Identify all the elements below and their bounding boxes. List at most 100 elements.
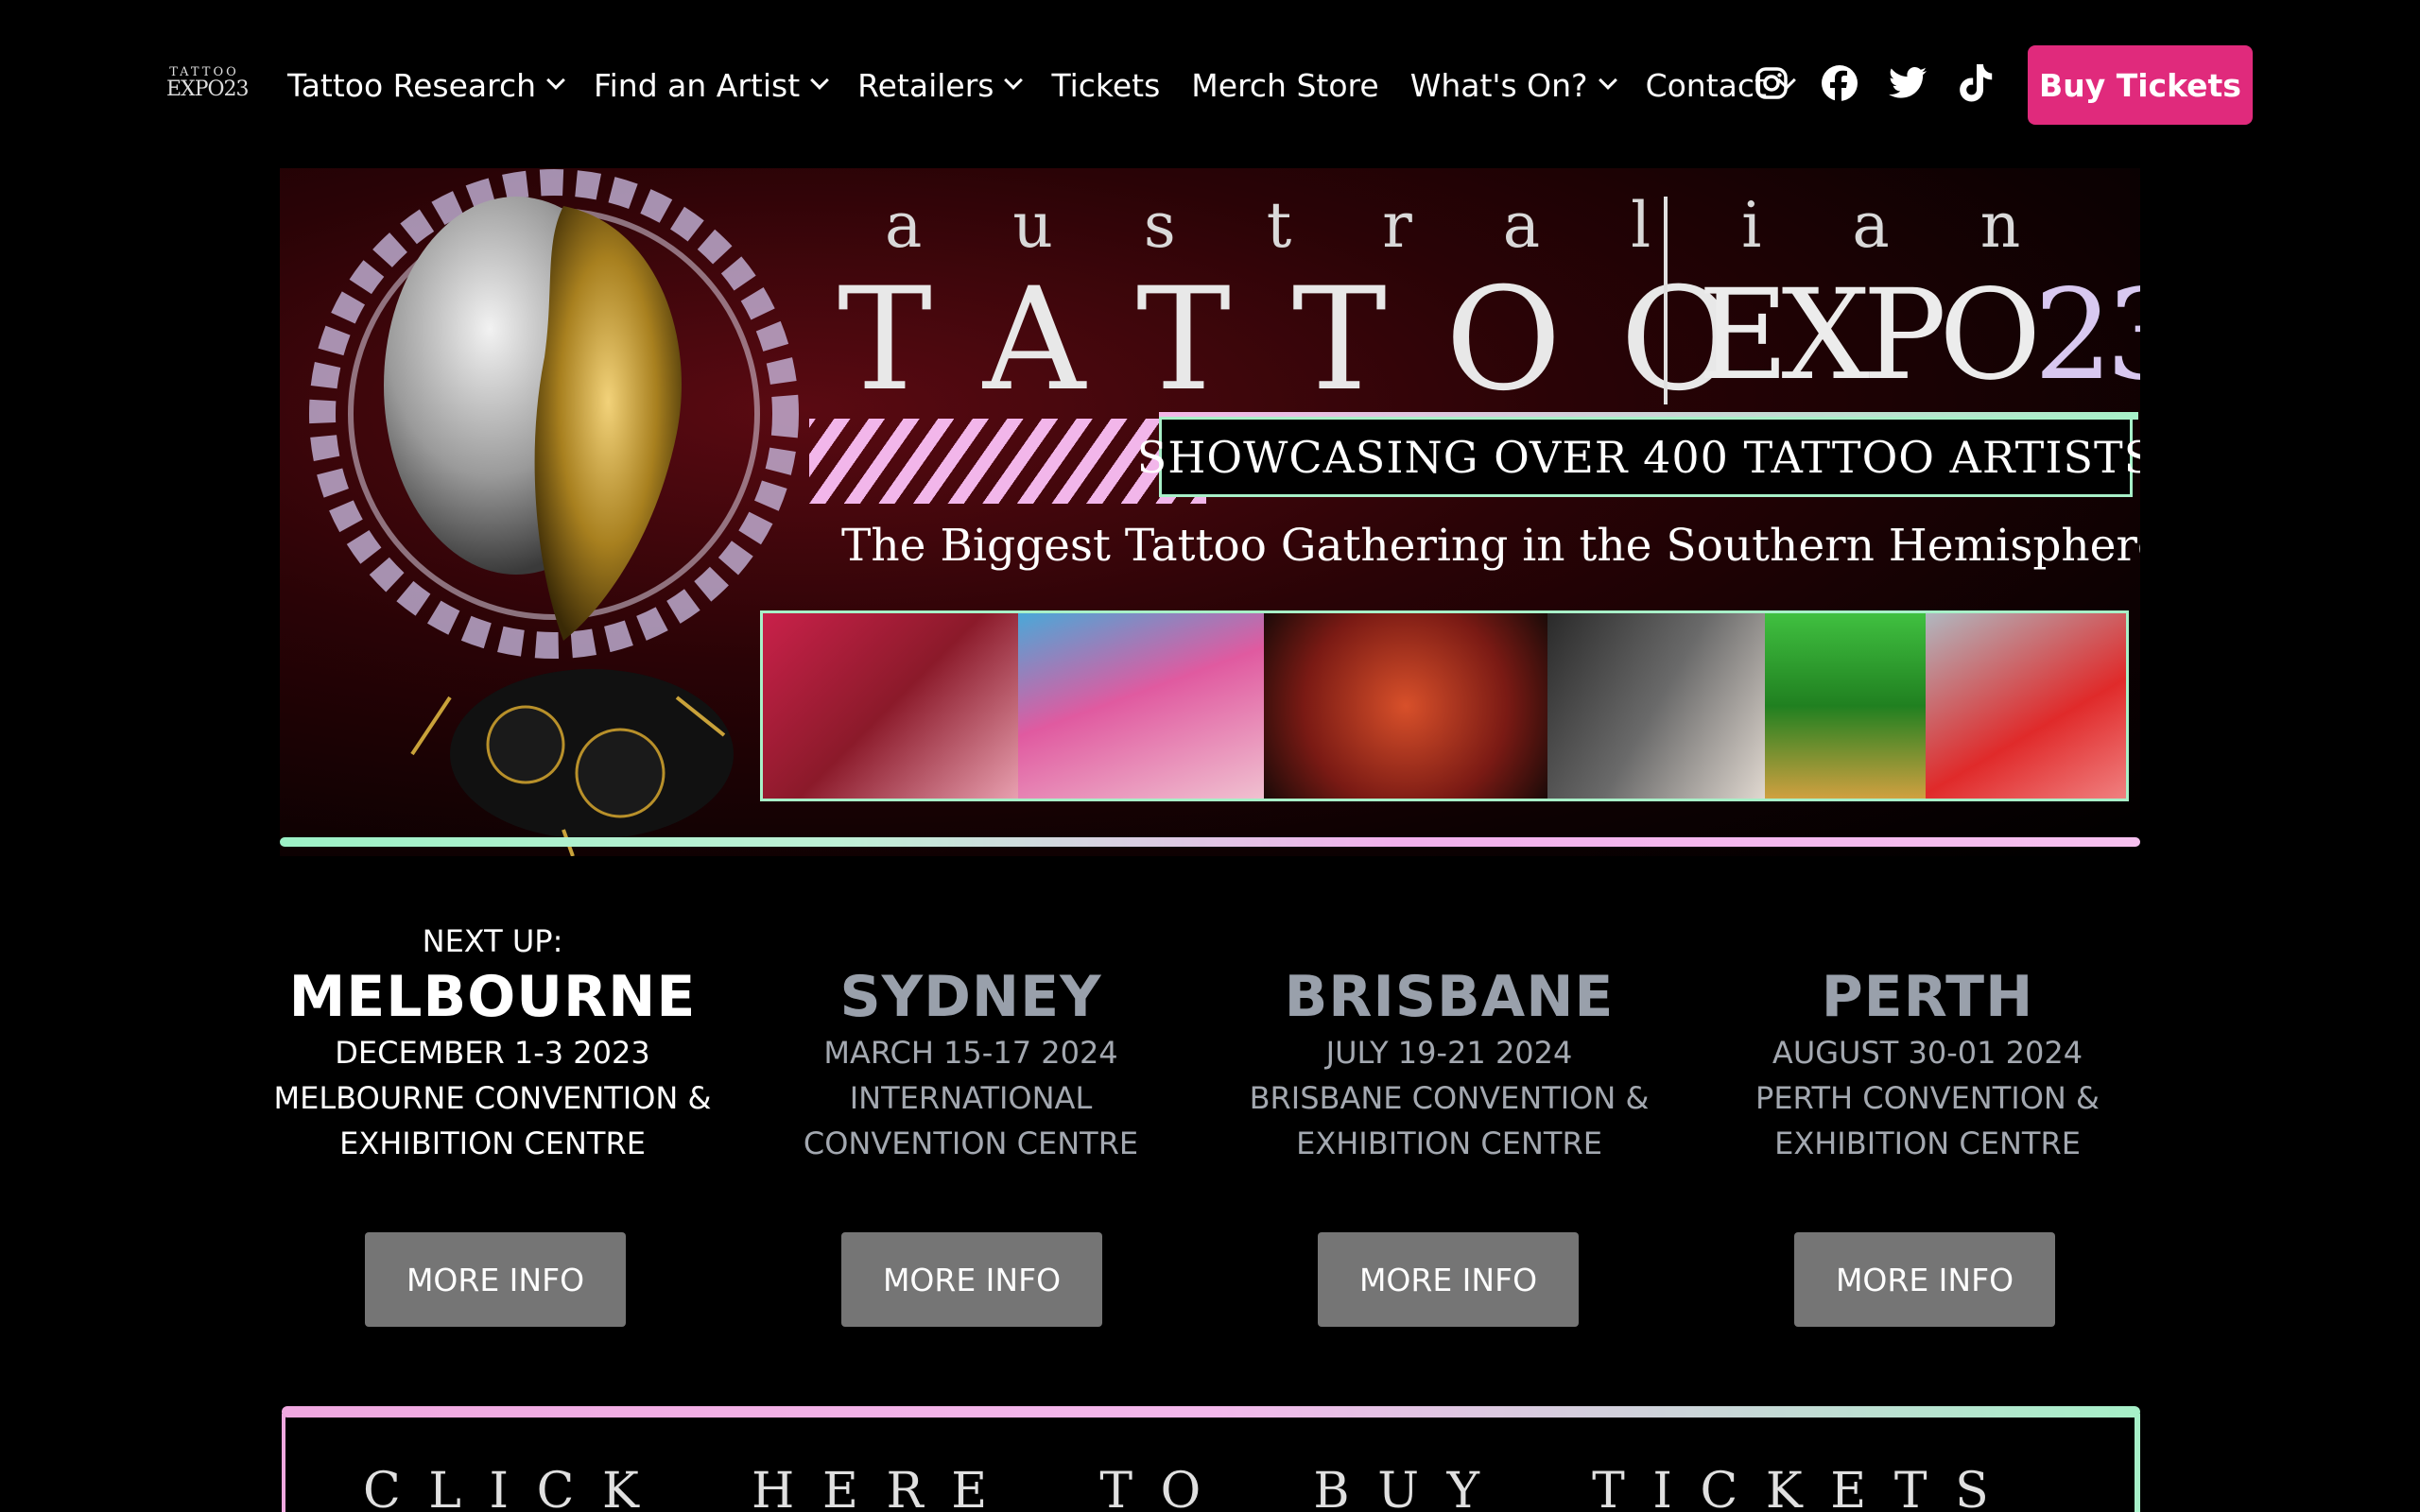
showcase-text: SHOWCASING OVER 400 TATTOO ARTISTS bbox=[1136, 431, 2140, 483]
hero-expo-word: EXPO23 bbox=[1698, 263, 2140, 408]
more-info-button-sydney[interactable]: MORE INFO bbox=[841, 1232, 1102, 1327]
nav-item-label: Retailers bbox=[857, 66, 994, 104]
city-card-perth: PERTH AUGUST 30-01 2024 PERTH CONVENTION… bbox=[1688, 919, 2167, 1166]
banner-letter: T bbox=[1893, 1463, 1927, 1512]
banner-word-gap bbox=[1508, 1463, 1564, 1512]
banner-letter: I bbox=[1652, 1463, 1672, 1512]
logo-line2: EXPO23 bbox=[166, 77, 250, 101]
city-venue: BRISBANE CONVENTION & bbox=[1249, 1080, 1650, 1116]
site-header: TATTOO EXPO23 Tattoo Research Find an Ar… bbox=[0, 0, 2420, 170]
showcase-banner: SHOWCASING OVER 400 TATTOO ARTISTS bbox=[1137, 417, 2140, 497]
city-name: BRISBANE bbox=[1284, 964, 1615, 1030]
event-photo bbox=[1926, 613, 2126, 799]
hero-banner[interactable]: australian TATTOO EXPO23 SHOWCASING OVER… bbox=[280, 168, 2140, 856]
event-photo bbox=[1547, 613, 1765, 799]
nav-item-whats-on[interactable]: What's On? bbox=[1409, 66, 1617, 104]
banner-right-border bbox=[2135, 1414, 2140, 1512]
banner-letter: T bbox=[1099, 1463, 1133, 1512]
banner-letter: I bbox=[489, 1463, 510, 1512]
chevron-down-icon bbox=[1004, 71, 1024, 90]
city-venue: CONVENTION CENTRE bbox=[803, 1125, 1139, 1161]
instagram-icon[interactable] bbox=[1753, 64, 1790, 102]
banner-left-border bbox=[282, 1414, 285, 1512]
city-venue: EXHIBITION CENTRE bbox=[339, 1125, 646, 1161]
banner-letter: C bbox=[536, 1463, 575, 1512]
next-up-label bbox=[1688, 919, 2167, 964]
hero-tattoo-text: TATTOO bbox=[838, 258, 1795, 422]
hero-bottom-accent bbox=[280, 837, 2140, 847]
banner-letter: C bbox=[363, 1463, 401, 1512]
city-venue: MELBOURNE CONVENTION & bbox=[273, 1080, 712, 1116]
more-info-button-melbourne[interactable]: MORE INFO bbox=[365, 1232, 626, 1327]
hero-australian-word: australian bbox=[885, 189, 2020, 262]
next-up-label: NEXT UP: bbox=[422, 923, 563, 959]
event-photo bbox=[1264, 613, 1547, 799]
nav-item-find-an-artist[interactable]: Find an Artist bbox=[594, 66, 830, 104]
event-cities: NEXT UP: MELBOURNE DECEMBER 1-3 2023 MEL… bbox=[253, 919, 2167, 1166]
banner-letter: E bbox=[1830, 1463, 1867, 1512]
event-photo bbox=[1765, 613, 1926, 799]
nav-item-label: Tattoo Research bbox=[287, 66, 537, 104]
hero-divider bbox=[1664, 197, 1668, 404]
banner-letter: K bbox=[1765, 1463, 1803, 1512]
chevron-down-icon bbox=[810, 71, 830, 90]
buy-tickets-button[interactable]: Buy Tickets bbox=[2028, 45, 2253, 125]
chevron-down-icon bbox=[1598, 71, 1617, 90]
city-card-brisbane: BRISBANE JULY 19-21 2024 BRISBANE CONVEN… bbox=[1210, 919, 1688, 1166]
site-logo[interactable]: TATTOO EXPO23 bbox=[166, 66, 250, 106]
more-info-button-perth[interactable]: MORE INFO bbox=[1794, 1232, 2055, 1327]
nav-item-merch-store[interactable]: Merch Store bbox=[1191, 67, 1378, 104]
banner-letter: L bbox=[428, 1463, 461, 1512]
event-photo bbox=[763, 613, 1018, 799]
banner-letter: C bbox=[1700, 1463, 1738, 1512]
nav-item-label: Find an Artist bbox=[594, 66, 801, 104]
more-info-button-brisbane[interactable]: MORE INFO bbox=[1318, 1232, 1579, 1327]
banner-letter: H bbox=[752, 1463, 795, 1512]
nav-item-label: Tickets bbox=[1051, 66, 1161, 104]
banner-letter: B bbox=[1313, 1463, 1350, 1512]
buy-tickets-banner-text: CLICK HERE TO BUY TICKETS bbox=[363, 1463, 1989, 1512]
hero-tagline: The Biggest Tattoo Gathering in the Sout… bbox=[841, 520, 2140, 572]
city-card-sydney: SYDNEY MARCH 15-17 2024 INTERNATIONAL CO… bbox=[732, 919, 1210, 1166]
nav-item-label: What's On? bbox=[1409, 66, 1588, 104]
banner-letter: Y bbox=[1446, 1463, 1479, 1512]
banner-letter: S bbox=[1955, 1463, 1989, 1512]
city-date: MARCH 15-17 2024 bbox=[823, 1035, 1118, 1071]
tiktok-icon[interactable] bbox=[1957, 64, 1995, 102]
banner-word-gap bbox=[1229, 1463, 1286, 1512]
twitter-icon[interactable] bbox=[1889, 64, 1927, 102]
social-links bbox=[1753, 64, 2025, 102]
nav-item-label: Merch Store bbox=[1191, 66, 1379, 104]
hero-tattoo-word: TATTOO bbox=[838, 258, 1737, 422]
city-venue: PERTH CONVENTION & bbox=[1755, 1080, 2100, 1116]
city-venue: INTERNATIONAL bbox=[849, 1080, 1093, 1116]
event-photo-strip bbox=[760, 610, 2129, 801]
city-date: AUGUST 30-01 2024 bbox=[1772, 1035, 2083, 1071]
buy-tickets-banner[interactable]: CLICK HERE TO BUY TICKETS bbox=[282, 1406, 2140, 1512]
next-up-label bbox=[1210, 919, 1688, 964]
hero-expo-text: EXPO bbox=[1698, 263, 2041, 408]
nav-item-retailers[interactable]: Retailers bbox=[857, 66, 1024, 104]
chevron-down-icon bbox=[546, 71, 565, 90]
city-date: JULY 19-21 2024 bbox=[1325, 1035, 1573, 1071]
banner-word-gap bbox=[666, 1463, 723, 1512]
banner-top-accent bbox=[282, 1406, 2140, 1418]
event-photo bbox=[1018, 613, 1264, 799]
banner-letter: R bbox=[886, 1463, 924, 1512]
next-up-label bbox=[732, 919, 1210, 964]
banner-letter: T bbox=[1592, 1463, 1625, 1512]
facebook-icon[interactable] bbox=[1821, 64, 1858, 102]
city-venue: EXHIBITION CENTRE bbox=[1296, 1125, 1602, 1161]
banner-letter: K bbox=[601, 1463, 639, 1512]
city-name: PERTH bbox=[1821, 964, 2034, 1030]
nav-item-tickets[interactable]: Tickets bbox=[1051, 67, 1160, 104]
banner-word-gap bbox=[1015, 1463, 1072, 1512]
banner-letter: E bbox=[951, 1463, 988, 1512]
hero-expo-year: 23 bbox=[2033, 263, 2140, 408]
banner-letter: E bbox=[821, 1463, 858, 1512]
city-name: MELBOURNE bbox=[288, 964, 697, 1030]
main-nav: Tattoo Research Find an Artist Retailers… bbox=[287, 60, 1796, 110]
nav-item-label: Contact bbox=[1645, 66, 1767, 104]
nav-item-tattoo-research[interactable]: Tattoo Research bbox=[287, 66, 565, 104]
city-date: DECEMBER 1-3 2023 bbox=[335, 1035, 650, 1071]
